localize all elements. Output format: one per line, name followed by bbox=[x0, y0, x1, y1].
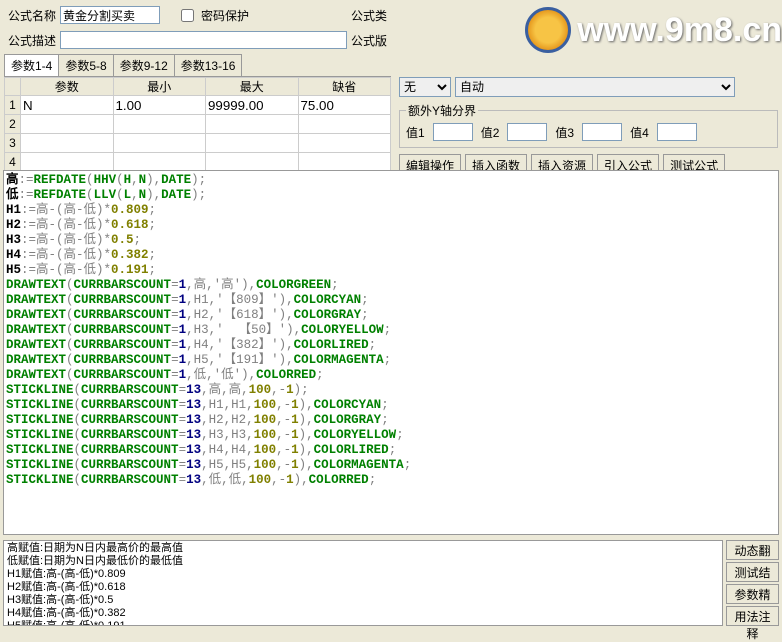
param-max-input[interactable] bbox=[206, 97, 298, 114]
param-row: 2 bbox=[5, 115, 391, 134]
extra-axis-fieldset: 额外Y轴分界 值1 值2 值3 值4 bbox=[399, 102, 778, 148]
param-row: 4 bbox=[5, 153, 391, 172]
v2-input[interactable] bbox=[507, 123, 547, 141]
tab-params-5-8[interactable]: 参数5-8 bbox=[58, 54, 113, 76]
v4-label: 值4 bbox=[630, 124, 649, 141]
param-name-input[interactable] bbox=[21, 116, 113, 133]
param-max-input[interactable] bbox=[206, 135, 298, 152]
watermark-logo-icon bbox=[525, 7, 571, 53]
param-min-input[interactable] bbox=[114, 97, 206, 114]
param-def-input[interactable] bbox=[299, 97, 391, 114]
param-min-input[interactable] bbox=[114, 135, 206, 152]
select-auto[interactable]: 自动 bbox=[455, 77, 735, 97]
param-min-input[interactable] bbox=[114, 154, 206, 171]
param-name-input[interactable] bbox=[21, 154, 113, 171]
v1-input[interactable] bbox=[433, 123, 473, 141]
param-table: 参数 最小 最大 缺省 1234 bbox=[4, 77, 391, 172]
param-wizard-button[interactable]: 参数精灵 bbox=[726, 584, 779, 604]
watermark: www.9m8.cn bbox=[525, 0, 782, 60]
usage-comment-button[interactable]: 用法注释 bbox=[726, 606, 779, 626]
formula-desc-label: 公式描述 bbox=[4, 32, 60, 49]
translation-output[interactable]: 高赋值:日期为N日内最高价的最高值 低赋值:日期为N日内最低价的最低值 H1赋值… bbox=[3, 540, 723, 626]
formula-ver-label: 公式版 bbox=[347, 32, 391, 49]
code-editor[interactable]: 高:=REFDATE(HHV(H,N),DATE); 低:=REFDATE(LL… bbox=[3, 170, 779, 535]
tab-params-9-12[interactable]: 参数9-12 bbox=[113, 54, 175, 76]
col-param-def: 缺省 bbox=[298, 78, 391, 96]
param-max-input[interactable] bbox=[206, 154, 298, 171]
formula-name-label: 公式名称 bbox=[4, 7, 60, 24]
param-row: 1 bbox=[5, 96, 391, 115]
formula-name-input[interactable] bbox=[60, 6, 160, 24]
formula-desc-input[interactable] bbox=[60, 31, 347, 49]
param-row: 3 bbox=[5, 134, 391, 153]
tab-params-1-4[interactable]: 参数1-4 bbox=[4, 54, 59, 76]
col-param-min: 最小 bbox=[113, 78, 206, 96]
param-max-input[interactable] bbox=[206, 116, 298, 133]
test-result-button[interactable]: 测试结果 bbox=[726, 562, 779, 582]
param-name-input[interactable] bbox=[21, 97, 113, 114]
v3-label: 值3 bbox=[555, 124, 574, 141]
param-def-input[interactable] bbox=[299, 116, 391, 133]
select-none[interactable]: 无 bbox=[399, 77, 451, 97]
formula-class-label: 公式类 bbox=[347, 7, 391, 24]
v4-input[interactable] bbox=[657, 123, 697, 141]
password-protect-checkbox[interactable] bbox=[181, 9, 194, 22]
param-name-input[interactable] bbox=[21, 135, 113, 152]
param-tabs: 参数1-4 参数5-8 参数9-12 参数13-16 bbox=[4, 54, 391, 77]
param-def-input[interactable] bbox=[299, 154, 391, 171]
param-min-input[interactable] bbox=[114, 116, 206, 133]
dynamic-translate-button[interactable]: 动态翻译 bbox=[726, 540, 779, 560]
tab-params-13-16[interactable]: 参数13-16 bbox=[174, 54, 243, 76]
v2-label: 值2 bbox=[481, 124, 500, 141]
v1-label: 值1 bbox=[406, 124, 425, 141]
v3-input[interactable] bbox=[582, 123, 622, 141]
watermark-text: www.9m8.cn bbox=[577, 11, 782, 50]
param-def-input[interactable] bbox=[299, 135, 391, 152]
password-protect-label: 密码保护 bbox=[197, 7, 253, 24]
col-param-max: 最大 bbox=[206, 78, 299, 96]
extra-axis-legend: 额外Y轴分界 bbox=[406, 102, 478, 119]
col-param-name: 参数 bbox=[21, 78, 114, 96]
